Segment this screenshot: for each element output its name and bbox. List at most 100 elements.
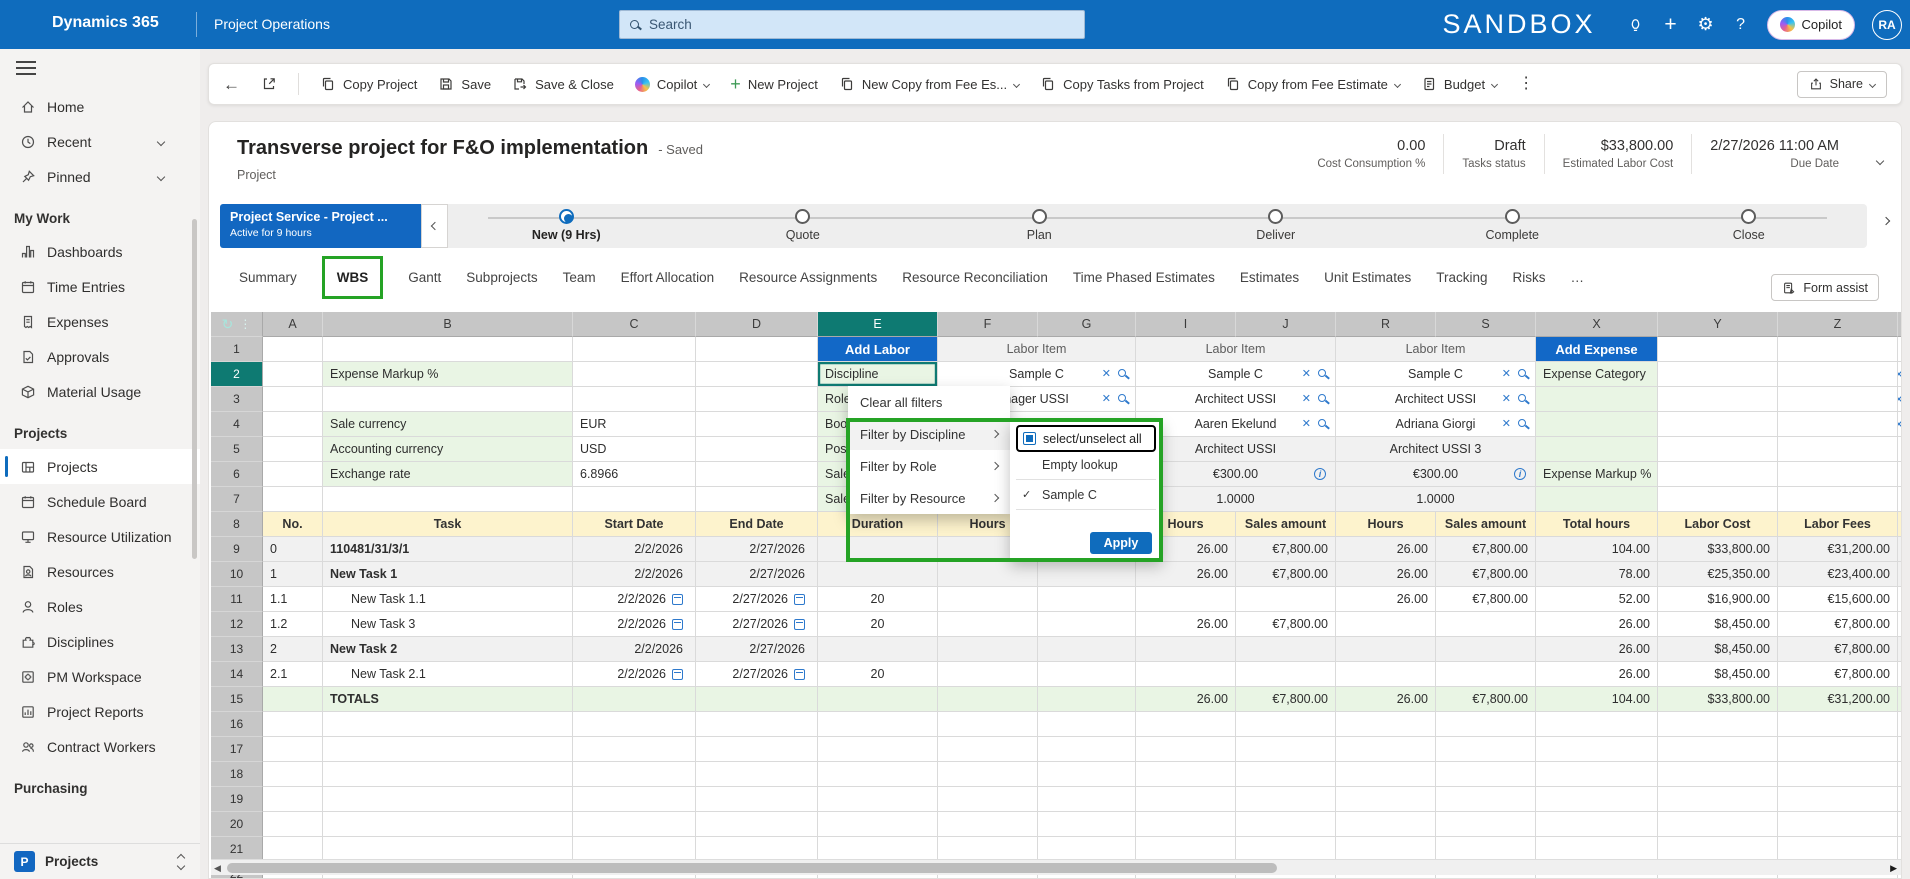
- sidebar-item-dashboards[interactable]: Dashboards: [0, 234, 200, 269]
- grid-cell[interactable]: [818, 562, 938, 587]
- row-header-11[interactable]: 11: [211, 587, 263, 612]
- empty-lookup-item[interactable]: Empty lookup: [1016, 452, 1156, 477]
- row-header-10[interactable]: 10: [211, 562, 263, 587]
- grid-cell[interactable]: 2/2/2026: [573, 637, 696, 662]
- grid-cell[interactable]: [1898, 512, 1902, 537]
- row-header-13[interactable]: 13: [211, 637, 263, 662]
- sidebar-item-home[interactable]: Home: [0, 89, 200, 124]
- row-header-17[interactable]: 17: [211, 737, 263, 762]
- grid-cell[interactable]: 52.00: [1536, 587, 1658, 612]
- grid-cell[interactable]: [1436, 712, 1536, 737]
- grid-cell[interactable]: 104.00: [1536, 537, 1658, 562]
- grid-cell[interactable]: [573, 362, 696, 387]
- grid-cell[interactable]: 26.00: [1536, 637, 1658, 662]
- grid-cell[interactable]: 2/27/2026: [696, 562, 818, 587]
- grid-cell[interactable]: $16,900.00: [1658, 587, 1778, 612]
- grid-cell[interactable]: [323, 787, 573, 812]
- grid-cell[interactable]: [1898, 737, 1902, 762]
- cmd-budget[interactable]: Budget: [1421, 76, 1497, 92]
- scroll-right-icon[interactable]: ▶: [1890, 863, 1897, 874]
- grid-cell[interactable]: [696, 387, 818, 412]
- grid-cell[interactable]: 26.00: [1136, 687, 1236, 712]
- grid-cell[interactable]: $33,800.00: [1658, 537, 1778, 562]
- grid-cell[interactable]: [1038, 662, 1136, 687]
- sidebar-item-contract-workers[interactable]: Contract Workers: [0, 729, 200, 764]
- grid-cell[interactable]: [573, 737, 696, 762]
- sidebar-item-disciplines[interactable]: Disciplines: [0, 624, 200, 659]
- hamburger-menu-icon[interactable]: [16, 61, 36, 75]
- header-expand-chevron-icon[interactable]: [1876, 157, 1884, 165]
- grid-cell[interactable]: $8,450.00: [1658, 612, 1778, 637]
- calendar-icon[interactable]: [794, 669, 805, 680]
- row-header-19[interactable]: 19: [211, 787, 263, 812]
- stage-circle-icon[interactable]: [1505, 209, 1520, 224]
- grid-cell[interactable]: [1536, 437, 1658, 462]
- grid-cell[interactable]: [1136, 587, 1236, 612]
- grid-cell[interactable]: [1336, 762, 1436, 787]
- grid-cell[interactable]: €300.00i: [1336, 462, 1536, 487]
- grid-cell[interactable]: [323, 737, 573, 762]
- grid-cell[interactable]: Labor Fees: [1778, 512, 1898, 537]
- grid-cell[interactable]: Sample C✕: [1336, 362, 1536, 387]
- grid-cell[interactable]: [1778, 487, 1898, 512]
- grid-cell[interactable]: [938, 612, 1038, 637]
- grid-cell[interactable]: Sample C✕: [1136, 362, 1336, 387]
- grid-cell[interactable]: €23,400.00: [1778, 562, 1898, 587]
- row-header-20[interactable]: 20: [211, 812, 263, 837]
- grid-cell[interactable]: [323, 762, 573, 787]
- grid-cell[interactable]: [1898, 762, 1902, 787]
- grid-cell[interactable]: [1898, 537, 1902, 562]
- grid-cell[interactable]: [1038, 687, 1136, 712]
- grid-cell[interactable]: [696, 337, 818, 362]
- grid-cell[interactable]: [323, 487, 573, 512]
- tab-gantt[interactable]: Gantt: [408, 270, 441, 285]
- column-header-A[interactable]: A: [263, 312, 323, 337]
- grid-cell[interactable]: $8,450.00: [1658, 662, 1778, 687]
- grid-cell[interactable]: [696, 812, 818, 837]
- clear-lookup-icon[interactable]: ✕: [1502, 367, 1511, 380]
- column-header-R[interactable]: R: [1336, 312, 1436, 337]
- grid-cell[interactable]: [1778, 412, 1898, 437]
- info-icon[interactable]: i: [1314, 468, 1326, 480]
- sidebar-item-expenses[interactable]: Expenses: [0, 304, 200, 339]
- grid-cell[interactable]: €7,800.00: [1436, 562, 1536, 587]
- grid-cell[interactable]: [1336, 662, 1436, 687]
- bpf-stage-complete[interactable]: Complete: [1394, 204, 1631, 248]
- grid-cell[interactable]: [696, 787, 818, 812]
- column-header-S[interactable]: S: [1436, 312, 1536, 337]
- settings-gear-icon[interactable]: ⚙: [1697, 16, 1715, 34]
- grid-cell[interactable]: 20: [818, 612, 938, 637]
- tab-more[interactable]: …: [1570, 270, 1584, 285]
- grid-cell[interactable]: [1658, 387, 1778, 412]
- grid-cell[interactable]: [818, 787, 938, 812]
- grid-cell[interactable]: 2/27/2026: [696, 662, 818, 687]
- sidebar-item-roles[interactable]: Roles: [0, 589, 200, 624]
- grid-cell[interactable]: 2/27/2026: [696, 537, 818, 562]
- grid-cell[interactable]: [818, 637, 938, 662]
- grid-cell[interactable]: [1658, 462, 1778, 487]
- grid-cell[interactable]: 2/2/2026: [573, 537, 696, 562]
- grid-cell[interactable]: [1536, 712, 1658, 737]
- add-icon[interactable]: +: [1662, 16, 1680, 34]
- grid-cell[interactable]: [938, 812, 1038, 837]
- column-header-X[interactable]: X: [1536, 312, 1658, 337]
- grid-cell[interactable]: [1778, 437, 1898, 462]
- grid-cell[interactable]: €7,800.00: [1436, 587, 1536, 612]
- calendar-icon[interactable]: [794, 594, 805, 605]
- sidebar-item-pm-workspace[interactable]: PM Workspace: [0, 659, 200, 694]
- row-header-16[interactable]: 16: [211, 712, 263, 737]
- grid-cell[interactable]: €31,200.00: [1778, 687, 1898, 712]
- grid-cell[interactable]: [696, 362, 818, 387]
- grid-cell[interactable]: [1898, 712, 1902, 737]
- grid-cell[interactable]: Expense Markup %: [1536, 462, 1658, 487]
- scroll-left-icon[interactable]: ◀: [214, 863, 221, 874]
- lightbulb-icon[interactable]: [1627, 16, 1645, 34]
- grid-cell[interactable]: €15,600.00: [1778, 587, 1898, 612]
- area-switcher[interactable]: P Projects: [0, 843, 200, 879]
- clear-lookup-icon[interactable]: ✕: [1502, 392, 1511, 405]
- more-icon[interactable]: ⋮: [239, 317, 251, 331]
- grid-cell[interactable]: $33,800.00: [1658, 687, 1778, 712]
- grid-cell[interactable]: 0: [263, 537, 323, 562]
- grid-cell[interactable]: [818, 762, 938, 787]
- grid-cell[interactable]: Architect USSI: [1136, 437, 1336, 462]
